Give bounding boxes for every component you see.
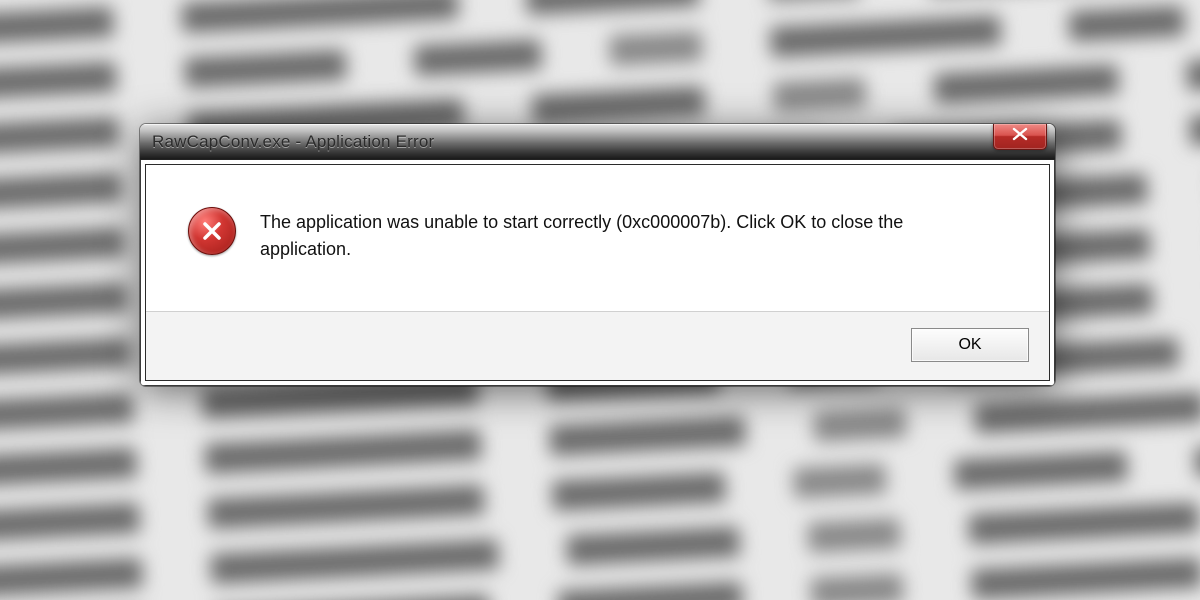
message-area: The application was unable to start corr… bbox=[146, 165, 1049, 311]
error-message: The application was unable to start corr… bbox=[260, 207, 940, 263]
button-row: OK bbox=[146, 311, 1049, 380]
error-icon bbox=[188, 207, 236, 255]
titlebar[interactable]: RawCapConv.exe - Application Error bbox=[140, 124, 1055, 160]
error-dialog: RawCapConv.exe - Application Error The a… bbox=[140, 124, 1055, 386]
close-icon bbox=[1012, 127, 1028, 146]
dialog-client: The application was unable to start corr… bbox=[140, 160, 1055, 386]
close-button[interactable] bbox=[993, 124, 1047, 150]
ok-button[interactable]: OK bbox=[911, 328, 1029, 362]
window-title: RawCapConv.exe - Application Error bbox=[140, 132, 434, 152]
